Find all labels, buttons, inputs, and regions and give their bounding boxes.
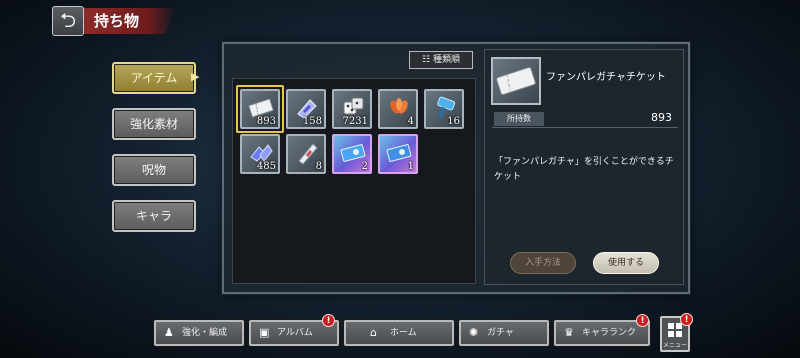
ticket-icon: [496, 66, 536, 96]
nav-label: 強化・編成: [182, 328, 228, 338]
nav-gacha[interactable]: ✺ ガチャ: [459, 320, 549, 346]
item-description: 「ファンパレガチャ」を引くことができるチケット: [494, 157, 674, 182]
item-count: 158: [302, 116, 322, 127]
tab-items[interactable]: アイテム: [112, 62, 196, 94]
tab-characters[interactable]: キャラ: [112, 200, 196, 232]
item-count: 4: [407, 116, 414, 127]
nav-label: ガチャ: [487, 328, 514, 338]
album-icon: ▣: [259, 326, 270, 339]
item-count: 7231: [342, 116, 368, 127]
held-count-label: 所持数: [494, 112, 544, 126]
page-title: 持ち物: [84, 8, 176, 34]
active-tab-arrow-icon: ▶: [191, 70, 200, 83]
rank-icon: ♛: [564, 326, 574, 339]
item-count: 16: [447, 116, 460, 127]
item-slot[interactable]: 4: [378, 89, 418, 129]
item-slot[interactable]: 158: [286, 89, 326, 129]
back-button[interactable]: ⮌: [52, 6, 84, 36]
sort-label: 種類順: [432, 55, 460, 65]
tab-cursed-objects[interactable]: 呪物: [112, 154, 196, 186]
nav-character-rank[interactable]: ♛ キャラランク: [554, 320, 650, 346]
return-arrow-icon: ⮌: [59, 8, 77, 32]
nav-enhance-formation[interactable]: ♟ 強化・編成: [154, 320, 244, 346]
item-slot[interactable]: 2: [332, 134, 372, 174]
item-slot[interactable]: 7231: [332, 89, 372, 129]
nav-label: キャラランク: [582, 328, 637, 338]
item-count: 8: [315, 161, 322, 172]
use-button[interactable]: 使用する: [593, 252, 659, 274]
item-slot[interactable]: 1: [378, 134, 418, 174]
detail-item-icon: [491, 57, 541, 105]
item-slot[interactable]: 8: [286, 134, 326, 174]
alert-badge: !: [636, 314, 649, 327]
alert-badge: !: [680, 313, 693, 326]
nav-label: ホーム: [390, 328, 417, 338]
item-slot[interactable]: 16: [424, 89, 464, 129]
gacha-icon: ✺: [469, 326, 479, 339]
item-count: 2: [361, 161, 368, 172]
item-count: 485: [256, 161, 276, 172]
detail-item-name: ファンパレガチャチケット: [546, 72, 666, 83]
nav-home[interactable]: ⌂ ホーム: [344, 320, 454, 346]
item-count: 1: [407, 161, 414, 172]
held-count-value: 893: [651, 111, 672, 124]
item-slot[interactable]: 485: [240, 134, 280, 174]
home-icon: ⌂: [370, 326, 377, 339]
menu-label: メニュー: [663, 342, 688, 349]
sort-button[interactable]: ☷ 種類順: [409, 51, 473, 69]
selection-highlight: [236, 85, 284, 133]
team-icon: ♟: [164, 326, 174, 339]
alert-badge: !: [322, 314, 335, 327]
nav-label: アルバム: [277, 328, 313, 338]
obtain-method-button[interactable]: 入手方法: [510, 252, 576, 274]
tab-enhance-materials[interactable]: 強化素材: [112, 108, 196, 140]
sort-icon: ☷: [422, 55, 433, 65]
